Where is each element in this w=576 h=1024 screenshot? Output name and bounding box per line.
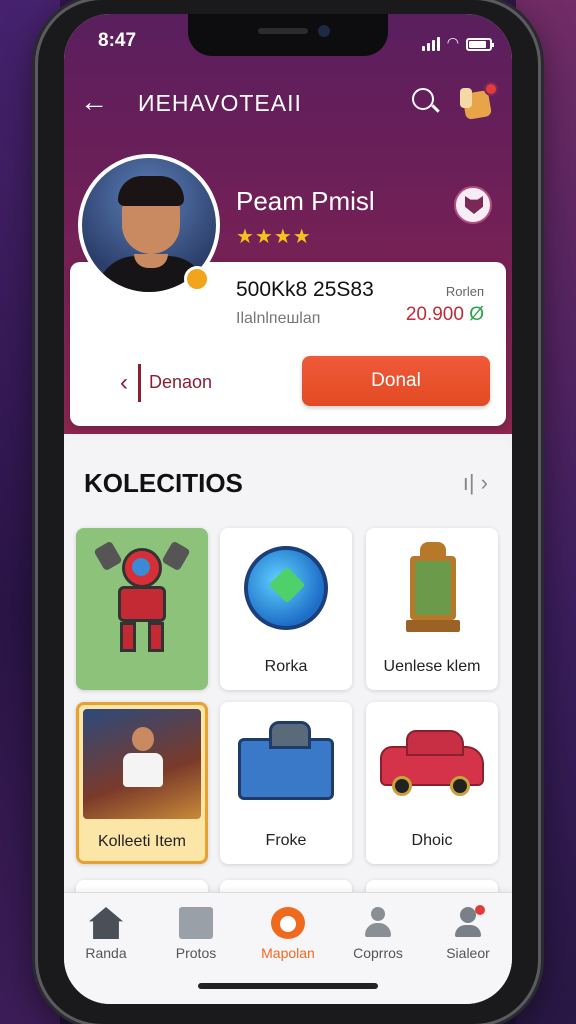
tab-label: Coprros bbox=[353, 945, 403, 961]
signal-icon bbox=[421, 37, 440, 51]
notch bbox=[188, 14, 388, 56]
back-arrow-icon[interactable]: ← bbox=[80, 86, 108, 118]
collection-item-label: Uenlese klem bbox=[383, 658, 481, 675]
collection-item-robot[interactable] bbox=[76, 528, 208, 690]
balance-value: 20.900 Ø bbox=[405, 304, 484, 325]
collections-panel: KOLECITIOS ı| › Rorka Uenlese klem Kolle… bbox=[64, 440, 512, 920]
stat-subtitle: Ilalnlпешlап bbox=[236, 310, 321, 327]
status-time: 8:47 bbox=[98, 30, 137, 51]
rating-stars: ★★★★ bbox=[236, 226, 312, 248]
balance-label: Rorleп bbox=[445, 284, 484, 299]
robot-icon bbox=[93, 540, 191, 654]
home-indicator[interactable] bbox=[198, 983, 378, 989]
speaker bbox=[258, 28, 308, 34]
orb-icon bbox=[244, 546, 328, 630]
profile-icon bbox=[451, 905, 485, 939]
home-icon bbox=[89, 907, 123, 939]
lantern-icon bbox=[406, 542, 460, 634]
bottom-tab-bar: Randa Protos Mapolan Coprros Sialeor bbox=[64, 892, 512, 1004]
tab-label: Protos bbox=[175, 945, 217, 961]
collections-title: KOLECITIOS bbox=[84, 468, 243, 498]
collection-item-label: Dhoic bbox=[411, 832, 453, 849]
status-icons: ◠ bbox=[421, 34, 494, 51]
stat-value: 500Kk8 25S83 bbox=[236, 278, 374, 301]
phone-frame: 8:47 ◠ ← ИEHAVOTEAII Peam Pmisl ★★★★ 500… bbox=[38, 0, 538, 1024]
tab-photos[interactable]: Protos bbox=[156, 907, 236, 961]
player-card-art bbox=[83, 709, 201, 819]
battery-icon bbox=[466, 38, 494, 51]
chevron-left-icon: ‹ bbox=[120, 368, 128, 396]
app-title: ИEHAVOTEAII bbox=[138, 90, 302, 116]
inventory-bag-icon[interactable] bbox=[458, 82, 498, 122]
collection-item-label: Froke bbox=[265, 832, 307, 849]
tab-label: Sialeor bbox=[446, 945, 490, 961]
collection-item-lantern[interactable]: Uenlese klem bbox=[366, 528, 498, 690]
tab-contacts[interactable]: Coprros bbox=[338, 907, 418, 961]
app-bar: ← ИEHAVOTEAII bbox=[64, 78, 512, 126]
profile-header: 8:47 ◠ ← ИEHAVOTEAII Peam Pmisl ★★★★ 500… bbox=[64, 14, 512, 434]
camera bbox=[318, 25, 330, 37]
collection-item-label: Kolleeti Item bbox=[97, 833, 187, 850]
collections-nav[interactable]: ı| › bbox=[463, 470, 488, 496]
collection-item-box[interactable]: Froke bbox=[220, 702, 352, 864]
tab-home[interactable]: Randa bbox=[66, 907, 146, 961]
car-icon bbox=[380, 730, 484, 796]
tab-label: Randa bbox=[85, 945, 127, 961]
primary-button[interactable]: Donal bbox=[302, 356, 490, 406]
collection-item-label: Rorka bbox=[264, 658, 308, 675]
collection-item-card[interactable]: Kolleeti Item bbox=[76, 702, 208, 864]
mail-icon bbox=[179, 907, 213, 939]
tab-map[interactable]: Mapolan bbox=[248, 907, 328, 961]
player-name: Peam Pmisl bbox=[236, 186, 375, 216]
map-icon bbox=[271, 907, 305, 939]
wifi-icon: ◠ bbox=[446, 34, 459, 50]
search-icon[interactable] bbox=[412, 88, 434, 110]
tab-profile[interactable]: Sialeor bbox=[428, 905, 508, 961]
notification-dot bbox=[484, 82, 498, 96]
people-icon bbox=[361, 907, 395, 939]
collection-item-orb[interactable]: Rorka bbox=[220, 528, 352, 690]
app-screen: 8:47 ◠ ← ИEHAVOTEAII Peam Pmisl ★★★★ 500… bbox=[64, 14, 512, 1004]
balance-mark: Ø bbox=[469, 304, 484, 325]
tab-label: Mapolan bbox=[261, 945, 315, 961]
crate-icon bbox=[238, 721, 334, 800]
team-emblem-icon[interactable] bbox=[454, 186, 492, 224]
collection-item-car[interactable]: Dhoic bbox=[366, 702, 498, 864]
secondary-button[interactable]: ‹ Denaon bbox=[120, 364, 212, 402]
level-badge-icon bbox=[184, 266, 210, 292]
